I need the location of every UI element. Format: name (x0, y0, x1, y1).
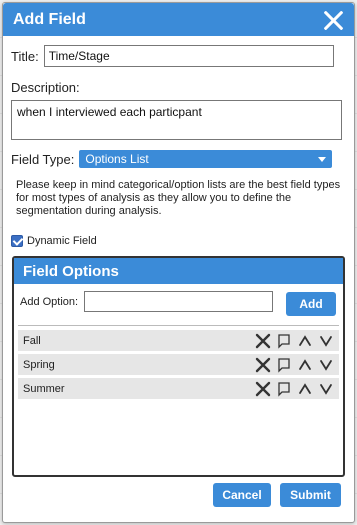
list-item: Fall (18, 330, 339, 351)
rename-icon[interactable] (275, 332, 293, 350)
dialog-title: Add Field (13, 10, 86, 28)
move-up-icon[interactable] (296, 332, 314, 350)
rename-icon[interactable] (275, 380, 293, 398)
title-row: Title: (11, 45, 334, 67)
field-type-note: Please keep in mind categorical/option l… (16, 179, 341, 217)
cancel-button[interactable]: Cancel (213, 483, 271, 507)
rename-icon[interactable] (275, 356, 293, 374)
dynamic-field-checkbox[interactable] (11, 235, 23, 247)
description-textarea[interactable]: when I interviewed each particpant (11, 100, 342, 140)
field-type-label: Field Type: (11, 151, 75, 167)
move-down-icon[interactable] (317, 380, 335, 398)
title-input[interactable] (43, 45, 334, 67)
chevron-down-icon (318, 156, 327, 162)
move-up-icon[interactable] (296, 356, 314, 374)
add-option-button[interactable]: Add (286, 292, 336, 316)
title-label: Title: (11, 48, 39, 64)
option-label: Spring (23, 358, 55, 371)
description-label: Description: (11, 80, 80, 95)
delete-icon[interactable] (254, 380, 272, 398)
option-label: Fall (23, 334, 41, 347)
delete-icon[interactable] (254, 356, 272, 374)
field-type-row: Field Type: Options List (11, 150, 333, 168)
divider (18, 325, 339, 326)
list-item: Spring (18, 354, 339, 375)
close-icon[interactable] (322, 9, 344, 31)
move-down-icon[interactable] (317, 332, 335, 350)
dynamic-field-label: Dynamic Field (27, 235, 97, 247)
dynamic-field-row: Dynamic Field (11, 235, 97, 247)
add-option-label: Add Option: (20, 295, 79, 308)
dialog-header: Add Field (3, 3, 354, 36)
field-options-title: Field Options (14, 258, 343, 284)
delete-icon[interactable] (254, 332, 272, 350)
move-up-icon[interactable] (296, 380, 314, 398)
add-option-row: Add Option: (20, 291, 274, 312)
move-down-icon[interactable] (317, 356, 335, 374)
add-option-input[interactable] (84, 291, 274, 312)
option-label: Summer (23, 382, 65, 395)
field-type-select[interactable]: Options List (79, 150, 333, 168)
field-options-panel: Field Options Add Option: Add Fall Sprin… (12, 256, 345, 477)
submit-button[interactable]: Submit (280, 483, 341, 507)
list-item: Summer (18, 378, 339, 399)
options-list: Fall Spring Summer (18, 330, 339, 402)
field-type-value: Options List (85, 152, 149, 166)
